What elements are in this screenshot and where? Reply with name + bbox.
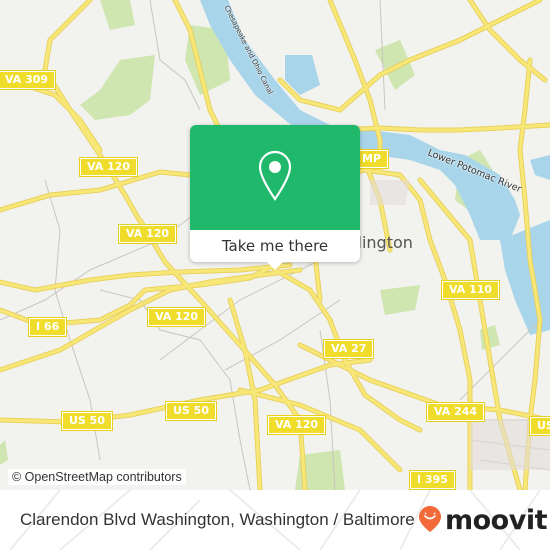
shield-va-110: VA 110: [440, 280, 501, 300]
location-popup: Take me there: [190, 125, 360, 270]
shield-va-244: VA 244: [425, 402, 486, 422]
shield-va-27: VA 27: [322, 339, 375, 359]
shield-va-309: VA 309: [0, 70, 57, 90]
shield-va-120-west: VA 120: [117, 224, 178, 244]
shield-va-120-north: VA 120: [78, 157, 139, 177]
moovit-logo[interactable]: moovit: [418, 505, 548, 537]
moovit-wordmark: moovit: [445, 505, 548, 536]
map-pin-icon: [258, 150, 292, 206]
shield-va-120-center: VA 120: [146, 307, 207, 327]
moovit-pin-icon: [418, 505, 442, 537]
location-title: Clarendon Blvd Washington, Washington / …: [20, 510, 415, 529]
shield-i-66: I 66: [27, 317, 68, 337]
shield-va-120-south: VA 120: [266, 415, 327, 435]
shield-us-east: US: [529, 416, 550, 436]
popup-header[interactable]: [190, 125, 360, 230]
map-view[interactable]: VA 309 VA 120 VA 120 VA 120 I 66 US 50 U…: [0, 0, 550, 490]
shield-us-50-center: US 50: [165, 401, 217, 421]
take-me-there-button[interactable]: Take me there: [190, 230, 360, 262]
shield-i-395: I 395: [409, 470, 456, 490]
shield-us-50-west: US 50: [61, 411, 113, 431]
map-attribution[interactable]: © OpenStreetMap contributors: [8, 469, 186, 485]
footer: Clarendon Blvd Washington, Washington / …: [0, 490, 550, 550]
popup-tail: [266, 261, 284, 270]
